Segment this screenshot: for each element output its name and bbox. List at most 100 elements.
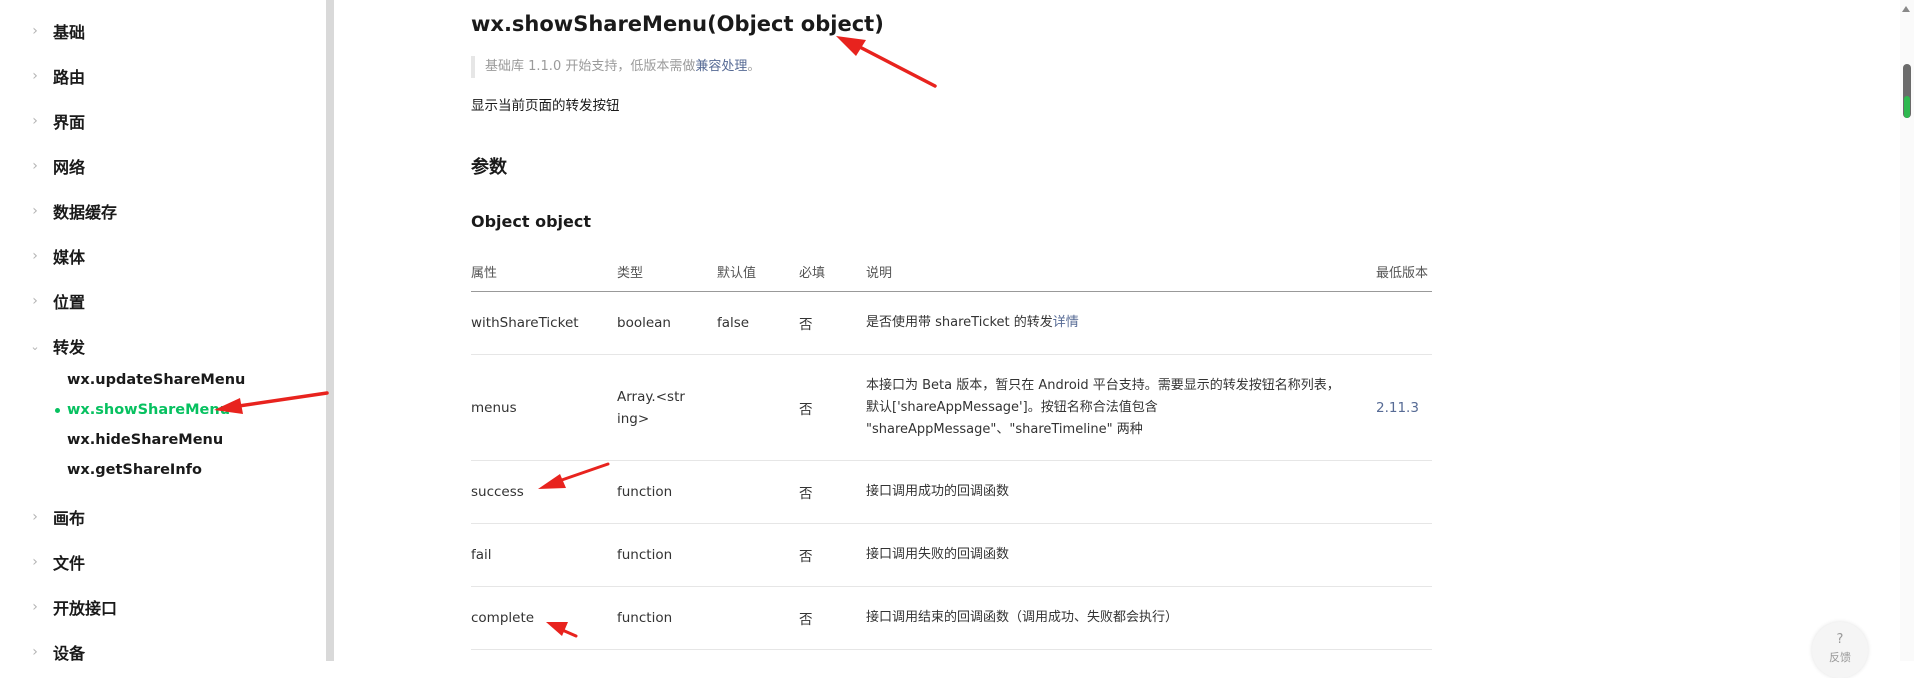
- param-name: fail: [471, 523, 617, 587]
- table-header: 最低版本: [1376, 251, 1432, 292]
- sidebar-item-route[interactable]: › 路由: [0, 58, 320, 94]
- param-type: boolean: [617, 291, 717, 355]
- sidebar-item-open-api[interactable]: › 开放接口: [0, 589, 320, 625]
- param-min-version: [1376, 291, 1432, 355]
- sidebar-item-label: 路由: [53, 68, 86, 87]
- sidebar-subitem-label: wx.getShareInfo: [67, 462, 202, 478]
- sidebar-item-basics[interactable]: › 基础: [0, 13, 320, 49]
- min-version-link[interactable]: 2.11.3: [1376, 354, 1432, 461]
- details-link[interactable]: 详情: [1053, 315, 1079, 330]
- table-header: 默认值: [717, 251, 799, 292]
- chevron-right-icon: ›: [32, 158, 38, 174]
- sidebar-item-label: 开放接口: [53, 599, 118, 618]
- table-row: success function 否 接口调用成功的回调函数: [471, 460, 1432, 524]
- param-type: Array.<string>: [617, 354, 717, 461]
- chevron-right-icon: ›: [32, 113, 38, 129]
- param-name: complete: [471, 586, 617, 650]
- param-desc: 本接口为 Beta 版本，暂只在 Android 平台支持。需要显示的转发按钮名…: [866, 354, 1376, 461]
- chevron-right-icon: ›: [32, 248, 38, 264]
- active-dot-icon: [55, 408, 60, 413]
- param-default: [717, 354, 799, 461]
- sidebar-subitem-label: wx.hideShareMenu: [67, 432, 224, 448]
- param-required: 否: [799, 523, 866, 587]
- version-note-text: 基础库 1.1.0 开始支持，低版本需做: [485, 59, 696, 74]
- sidebar-item-label: 文件: [53, 554, 86, 573]
- sidebar-subitem-label: wx.showShareMenu: [67, 402, 231, 418]
- param-required: 否: [799, 354, 866, 461]
- sidebar-item-label: 媒体: [53, 248, 86, 267]
- main-content: wx.showShareMenu(Object object) 基础库 1.1.…: [334, 0, 1914, 661]
- sidebar-subitem-update-share-menu[interactable]: wx.updateShareMenu: [0, 366, 320, 394]
- chevron-right-icon: ›: [32, 554, 38, 570]
- sidebar-subitem-label: wx.updateShareMenu: [67, 372, 246, 388]
- sidebar-subitem-show-share-menu[interactable]: wx.showShareMenu: [0, 396, 320, 424]
- version-note: 基础库 1.1.0 开始支持，低版本需做兼容处理。: [471, 56, 760, 78]
- sidebar-item-label: 数据缓存: [53, 203, 118, 222]
- sidebar-item-media[interactable]: › 媒体: [0, 238, 320, 274]
- chevron-right-icon: ›: [32, 644, 38, 660]
- param-min-version: [1376, 460, 1432, 524]
- param-required: 否: [799, 586, 866, 650]
- chevron-right-icon: ›: [32, 509, 38, 525]
- question-icon: ?: [1836, 632, 1844, 647]
- feedback-button[interactable]: ? 反馈: [1812, 622, 1868, 678]
- params-heading: 参数: [471, 157, 507, 178]
- param-required: 否: [799, 291, 866, 355]
- table-row: menus Array.<string> 否 本接口为 Beta 版本，暂只在 …: [471, 354, 1432, 461]
- sidebar-item-network[interactable]: › 网络: [0, 148, 320, 184]
- sidebar-item-label: 基础: [53, 23, 86, 42]
- table-header: 必填: [799, 251, 866, 292]
- sidebar-item-interface[interactable]: › 界面: [0, 103, 320, 139]
- param-desc: 接口调用结束的回调函数（调用成功、失败都会执行）: [866, 586, 1376, 650]
- chevron-right-icon: ›: [32, 68, 38, 84]
- chevron-right-icon: ›: [32, 599, 38, 615]
- param-type: function: [617, 523, 717, 587]
- scroll-up-icon[interactable]: [1902, 6, 1910, 12]
- sidebar-item-storage[interactable]: › 数据缓存: [0, 193, 320, 229]
- param-name: menus: [471, 354, 617, 461]
- param-required: 否: [799, 460, 866, 524]
- param-desc: 是否使用带 shareTicket 的转发详情: [866, 291, 1376, 355]
- chevron-right-icon: ›: [32, 203, 38, 219]
- param-type: function: [617, 586, 717, 650]
- scrollbar[interactable]: [1900, 0, 1914, 661]
- table-header: 属性: [471, 251, 617, 292]
- sidebar-item-label: 网络: [53, 158, 86, 177]
- sidebar-item-device[interactable]: › 设备: [0, 634, 320, 670]
- sidebar-item-share[interactable]: ⌄ 转发: [0, 328, 320, 364]
- sidebar-nav: › 基础 › 路由 › 界面 › 网络 › 数据缓存 › 媒体 › 位置 ⌄ 转…: [0, 0, 326, 663]
- param-min-version: [1376, 586, 1432, 650]
- table-header: 类型: [617, 251, 717, 292]
- scrollbar-thumb-indicator: [1904, 96, 1910, 118]
- sidebar-item-label: 画布: [53, 509, 86, 528]
- param-desc: 接口调用成功的回调函数: [866, 460, 1376, 524]
- table-row: withShareTicket boolean false 否 是否使用带 sh…: [471, 291, 1432, 355]
- feedback-label: 反馈: [1829, 651, 1851, 664]
- sidebar-resize-divider[interactable]: [326, 0, 334, 661]
- param-desc-text: 是否使用带 shareTicket 的转发: [866, 315, 1053, 330]
- sidebar-item-label: 设备: [53, 644, 86, 663]
- version-note-suffix: 。: [747, 59, 761, 74]
- sidebar-item-file[interactable]: › 文件: [0, 544, 320, 580]
- sidebar-subitem-get-share-info[interactable]: wx.getShareInfo: [0, 456, 320, 484]
- param-table: 属性 类型 默认值 必填 说明 最低版本 withShareTicket boo…: [471, 251, 1432, 650]
- table-row: complete function 否 接口调用结束的回调函数（调用成功、失败都…: [471, 586, 1432, 650]
- compat-link[interactable]: 兼容处理: [695, 59, 747, 74]
- param-min-version: [1376, 523, 1432, 587]
- param-name: success: [471, 460, 617, 524]
- param-desc: 接口调用失败的回调函数: [866, 523, 1376, 587]
- chevron-right-icon: ›: [32, 23, 38, 39]
- sidebar-item-location[interactable]: › 位置: [0, 283, 320, 319]
- object-heading: Object object: [471, 212, 592, 231]
- param-default: [717, 523, 799, 587]
- param-type: function: [617, 460, 717, 524]
- sidebar-item-canvas[interactable]: › 画布: [0, 499, 320, 535]
- api-description: 显示当前页面的转发按钮: [471, 98, 620, 114]
- sidebar-item-label: 界面: [53, 113, 86, 132]
- chevron-down-icon: ⌄: [30, 339, 40, 353]
- table-row: fail function 否 接口调用失败的回调函数: [471, 523, 1432, 587]
- sidebar-subitem-hide-share-menu[interactable]: wx.hideShareMenu: [0, 426, 320, 454]
- param-name: withShareTicket: [471, 291, 617, 355]
- page-title: wx.showShareMenu(Object object): [471, 12, 884, 36]
- param-default: [717, 460, 799, 524]
